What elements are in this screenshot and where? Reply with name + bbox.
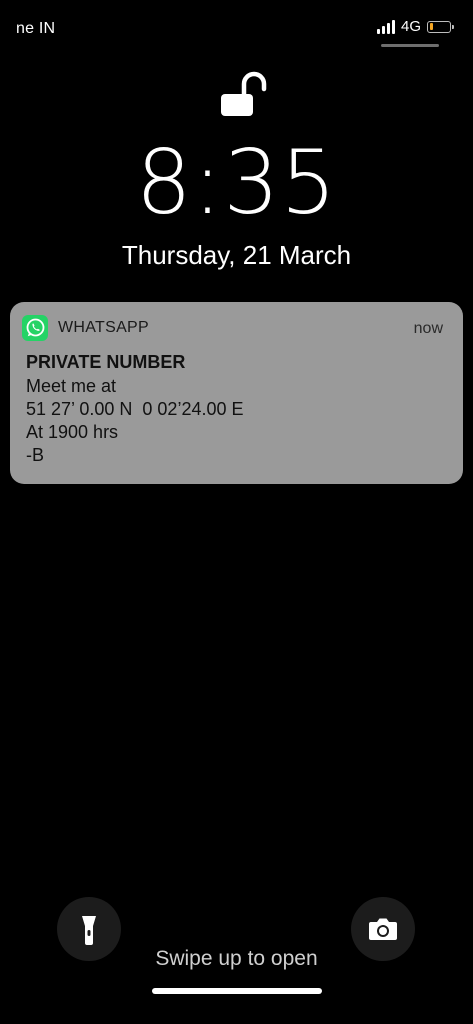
unlocked-padlock-icon [218, 66, 268, 118]
whatsapp-notification[interactable]: WHATSAPP now PRIVATE NUMBER Meet me at 5… [10, 302, 463, 484]
whatsapp-icon [22, 315, 48, 341]
carrier-name: ne IN [16, 20, 56, 37]
clock-date: Thursday, 21 March [121, 240, 352, 270]
swipe-up-hint: Swipe up to open [155, 947, 318, 970]
battery-icon [427, 20, 454, 33]
network-type: 4G [400, 18, 421, 35]
notification-sender: PRIVATE NUMBER [26, 352, 186, 372]
message-line: -B [26, 445, 44, 465]
message-line: 51 27’ 0.00 N 0 02’24.00 E [26, 399, 244, 419]
clock-time: 8:35 [135, 131, 338, 234]
battery-level-fill [429, 23, 433, 30]
control-center-indicator[interactable] [381, 44, 439, 47]
status-indicators: 4G [376, 18, 454, 35]
notification-time: now [413, 320, 443, 337]
home-indicator[interactable] [152, 988, 322, 994]
lock-screen: ne IN 4G 8:35 Thursday, 21 March WHATSAP… [0, 0, 473, 1024]
message-line: At 1900 hrs [26, 422, 119, 442]
notification-app-name: WHATSAPP [58, 319, 150, 336]
message-line: Meet me at [26, 376, 117, 396]
cellular-signal-icon [376, 19, 395, 34]
notification-message: Meet me at 51 27’ 0.00 N 0 02’24.00 E At… [26, 375, 244, 467]
